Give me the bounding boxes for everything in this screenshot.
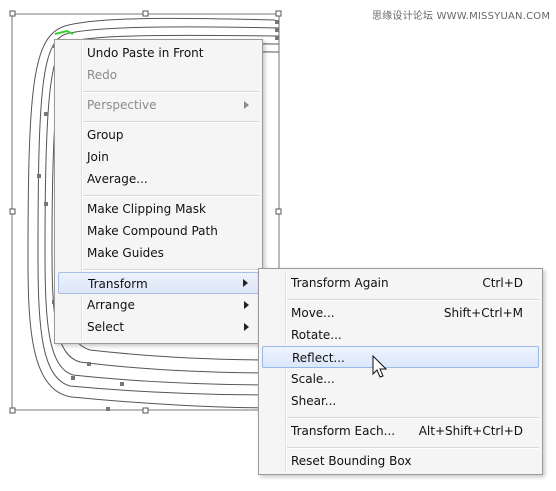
menu-item-label: Select [87,320,125,334]
bbox-handle-left [9,208,16,215]
green-selection-mark [54,29,74,35]
menu-item-join[interactable]: Join [58,146,259,168]
menu-item-label: Average... [87,172,148,186]
submenu-item-reflect[interactable]: Reflect... [262,346,539,368]
menu-item-label: Perspective [87,98,157,112]
menu-item-label: Redo [87,68,118,82]
screenshot-stage: 思缘设计论坛 WWW.MISSYUAN.COM Undo Paste in Fr… [0,0,556,491]
menu-item-average[interactable]: Average... [58,168,259,190]
chevron-right-icon [244,301,249,309]
submenu-item-label: Reset Bounding Box [291,454,412,468]
menu-separator [83,91,259,93]
submenu-item-label: Transform Again [291,276,389,290]
chevron-right-icon [244,101,249,109]
submenu-item-label: Reflect... [292,351,345,365]
bbox-handle-top-right [275,10,282,17]
submenu-item-move[interactable]: Move... Shift+Ctrl+M [262,302,539,324]
submenu-item-label: Rotate... [291,328,342,342]
menu-item-group[interactable]: Group [58,124,259,146]
mouse-pointer-icon [372,355,388,378]
submenu-item-transform-again[interactable]: Transform Again Ctrl+D [262,272,539,294]
menu-item-label: Group [87,128,124,142]
menu-separator [287,447,539,449]
keyboard-shortcut: Alt+Shift+Ctrl+D [418,424,523,438]
menu-separator [83,121,259,123]
context-menu: Undo Paste in Front Redo Perspective Gro… [54,39,263,344]
menu-item-label: Join [87,150,109,164]
submenu-item-rotate[interactable]: Rotate... [262,324,539,346]
menu-item-label: Make Compound Path [87,224,218,238]
menu-item-label: Make Clipping Mask [87,202,206,216]
menu-separator [83,269,259,271]
transform-submenu: Transform Again Ctrl+D Move... Shift+Ctr… [258,268,543,475]
submenu-item-scale[interactable]: Scale... [262,368,539,390]
submenu-item-reset-bounding-box[interactable]: Reset Bounding Box [262,450,539,472]
submenu-item-label: Scale... [291,372,335,386]
submenu-item-label: Transform Each... [291,424,396,438]
bbox-handle-top-left [9,10,16,17]
bbox-handle-bottom [142,407,149,414]
menu-item-select[interactable]: Select [58,316,259,338]
menu-separator [287,299,539,301]
menu-separator [83,195,259,197]
menu-item-make-compound-path[interactable]: Make Compound Path [58,220,259,242]
menu-item-make-clipping-mask[interactable]: Make Clipping Mask [58,198,259,220]
menu-item-perspective[interactable]: Perspective [58,94,259,116]
chevron-right-icon [244,323,249,331]
menu-item-label: Make Guides [87,246,164,260]
bbox-handle-bottom-left [9,407,16,414]
submenu-item-label: Move... [291,306,335,320]
menu-item-label: Transform [88,277,148,291]
bbox-handle-right [275,208,282,215]
menu-item-redo[interactable]: Redo [58,64,259,86]
menu-item-arrange[interactable]: Arrange [58,294,259,316]
chevron-right-icon [243,279,248,287]
menu-separator [287,417,539,419]
submenu-item-label: Shear... [291,394,337,408]
menu-item-label: Undo Paste in Front [87,46,204,60]
keyboard-shortcut: Ctrl+D [482,276,523,290]
keyboard-shortcut: Shift+Ctrl+M [443,306,523,320]
menu-item-transform[interactable]: Transform [58,272,259,294]
menu-item-make-guides[interactable]: Make Guides [58,242,259,264]
menu-item-undo-paste-in-front[interactable]: Undo Paste in Front [58,42,259,64]
bbox-handle-top [142,10,149,17]
submenu-item-transform-each[interactable]: Transform Each... Alt+Shift+Ctrl+D [262,420,539,442]
submenu-item-shear[interactable]: Shear... [262,390,539,412]
menu-item-label: Arrange [87,298,135,312]
